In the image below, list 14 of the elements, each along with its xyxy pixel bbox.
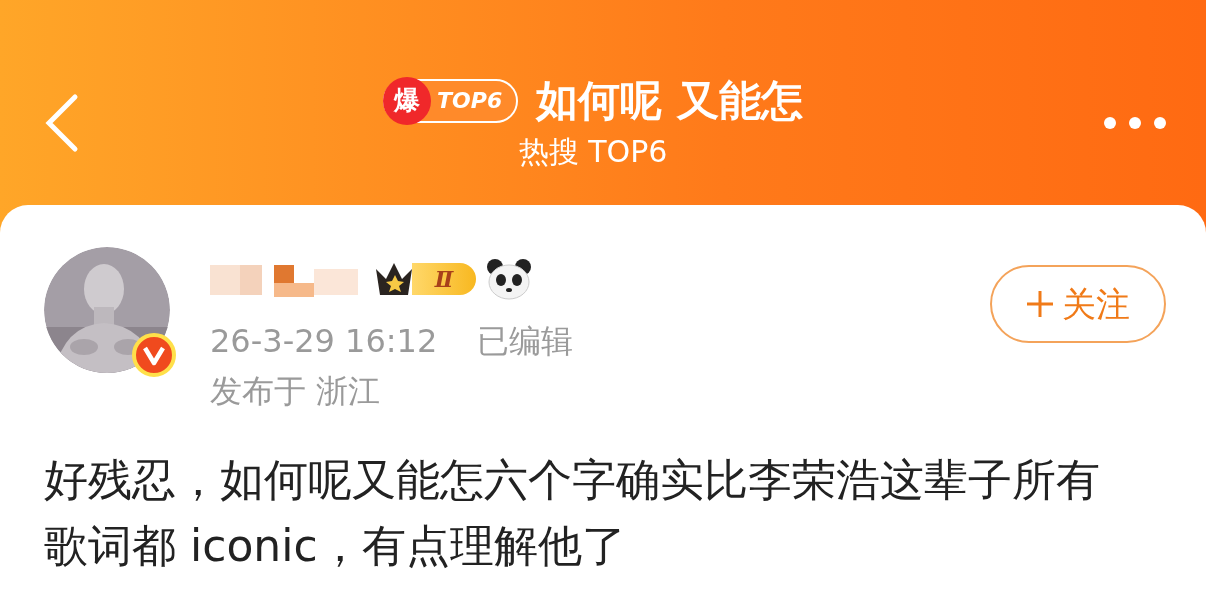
hot-badge-icon: 爆 (383, 76, 432, 125)
more-icon (1103, 115, 1167, 130)
post-timestamp: 26-3-29 16:12 (210, 325, 438, 357)
post-location: 发布于 浙江 (210, 375, 382, 407)
post-body: 好残忍，如何呢又能怎六个字确实比李荣浩这辈子所有歌词都 iconic，有点理解他了 (44, 453, 1101, 573)
page-title: 如何呢 又能怎 (536, 79, 803, 122)
edited-label: 已编辑 (477, 325, 574, 357)
level-badge: Ⅱ (372, 259, 476, 299)
plus-icon (1026, 290, 1054, 318)
panda-icon (486, 258, 532, 300)
follow-button[interactable]: 关注 (990, 265, 1166, 343)
back-icon (43, 92, 79, 153)
hot-badge-label: TOP6 (437, 87, 503, 115)
page-subtitle: 热搜 TOP6 (518, 136, 668, 167)
